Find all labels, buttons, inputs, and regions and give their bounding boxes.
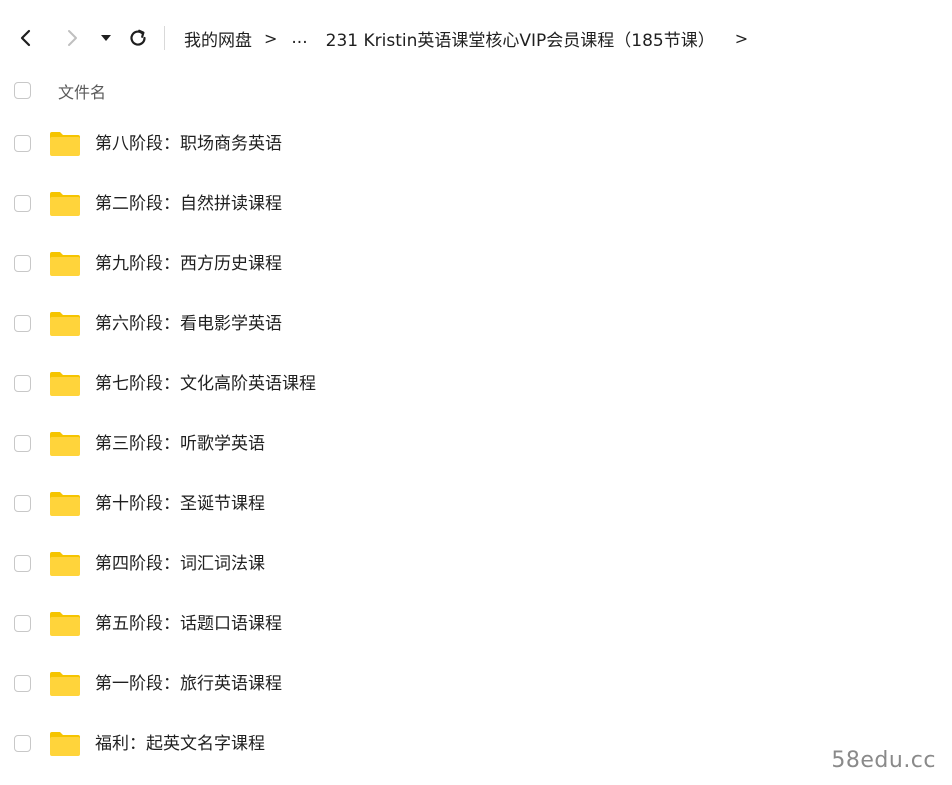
- file-name: 第九阶段：西方历史课程: [95, 254, 282, 274]
- row-checkbox[interactable]: [14, 375, 31, 392]
- breadcrumb-root[interactable]: 我的网盘: [184, 26, 252, 51]
- breadcrumb: 我的网盘 > ... 231 Kristin英语课堂核心VIP会员课程（185节…: [184, 24, 748, 52]
- caret-down-icon: [101, 35, 111, 41]
- breadcrumb-separator: >: [264, 28, 278, 48]
- file-name: 第二阶段：自然拼读课程: [95, 194, 282, 214]
- row-checkbox[interactable]: [14, 615, 31, 632]
- folder-icon: [49, 611, 81, 637]
- folder-icon: [49, 491, 81, 517]
- file-name: 第四阶段：词汇词法课: [95, 554, 265, 574]
- file-row[interactable]: 第八阶段：职场商务英语: [0, 114, 952, 174]
- row-checkbox[interactable]: [14, 135, 31, 152]
- chevron-right-icon: [68, 30, 77, 46]
- file-name: 第十阶段：圣诞节课程: [95, 494, 265, 514]
- watermark: 58edu.cc: [831, 748, 936, 773]
- row-checkbox[interactable]: [14, 255, 31, 272]
- select-all-checkbox[interactable]: [14, 82, 31, 99]
- folder-icon: [49, 191, 81, 217]
- refresh-button[interactable]: [122, 22, 154, 54]
- folder-icon: [49, 371, 81, 397]
- folder-icon: [49, 311, 81, 337]
- file-row[interactable]: 第二阶段：自然拼读课程: [0, 174, 952, 234]
- file-row[interactable]: 第一阶段：旅行英语课程: [0, 654, 952, 714]
- chevron-left-icon: [20, 29, 31, 47]
- file-name: 第七阶段：文化高阶英语课程: [95, 374, 316, 394]
- row-checkbox[interactable]: [14, 495, 31, 512]
- row-checkbox[interactable]: [14, 435, 31, 452]
- back-button[interactable]: [10, 22, 42, 54]
- folder-icon: [49, 251, 81, 277]
- folder-icon: [49, 131, 81, 157]
- column-header-filename[interactable]: 文件名: [58, 79, 106, 103]
- row-checkbox[interactable]: [14, 315, 31, 332]
- file-name: 第五阶段：话题口语课程: [95, 614, 282, 634]
- list-header: 文件名: [0, 76, 952, 106]
- folder-icon: [49, 551, 81, 577]
- file-name: 福利：起英文名字课程: [95, 734, 265, 754]
- file-row[interactable]: 第七阶段：文化高阶英语课程: [0, 354, 952, 414]
- file-row[interactable]: 第三阶段：听歌学英语: [0, 414, 952, 474]
- file-row[interactable]: 第六阶段：看电影学英语: [0, 294, 952, 354]
- file-row[interactable]: 福利：起英文名字课程: [0, 714, 952, 774]
- file-browser: 我的网盘 > ... 231 Kristin英语课堂核心VIP会员课程（185节…: [0, 0, 952, 785]
- row-checkbox[interactable]: [14, 675, 31, 692]
- folder-icon: [49, 731, 81, 757]
- folder-icon: [49, 671, 81, 697]
- breadcrumb-ellipsis[interactable]: ...: [291, 28, 307, 48]
- file-name: 第八阶段：职场商务英语: [95, 134, 282, 154]
- file-row[interactable]: 第十阶段：圣诞节课程: [0, 474, 952, 534]
- breadcrumb-end-separator: >: [734, 28, 749, 48]
- forward-button[interactable]: [56, 22, 88, 54]
- refresh-icon: [130, 29, 146, 46]
- row-checkbox[interactable]: [14, 555, 31, 572]
- file-list: 第八阶段：职场商务英语 第二阶段：自然拼读课程 第九阶段：西方历史课程 第六阶段：看电…: [0, 114, 952, 774]
- file-row[interactable]: 第四阶段：词汇词法课: [0, 534, 952, 594]
- row-checkbox[interactable]: [14, 735, 31, 752]
- navigation-bar: 我的网盘 > ... 231 Kristin英语课堂核心VIP会员课程（185节…: [0, 0, 952, 76]
- history-dropdown-button[interactable]: [92, 22, 120, 54]
- file-row[interactable]: 第五阶段：话题口语课程: [0, 594, 952, 654]
- folder-icon: [49, 431, 81, 457]
- row-checkbox[interactable]: [14, 195, 31, 212]
- file-name: 第一阶段：旅行英语课程: [95, 674, 282, 694]
- file-row[interactable]: 第九阶段：西方历史课程: [0, 234, 952, 294]
- breadcrumb-current-folder[interactable]: 231 Kristin英语课堂核心VIP会员课程（185节课）: [326, 26, 715, 51]
- nav-divider: [164, 26, 165, 50]
- file-name: 第六阶段：看电影学英语: [95, 314, 282, 334]
- file-name: 第三阶段：听歌学英语: [95, 434, 265, 454]
